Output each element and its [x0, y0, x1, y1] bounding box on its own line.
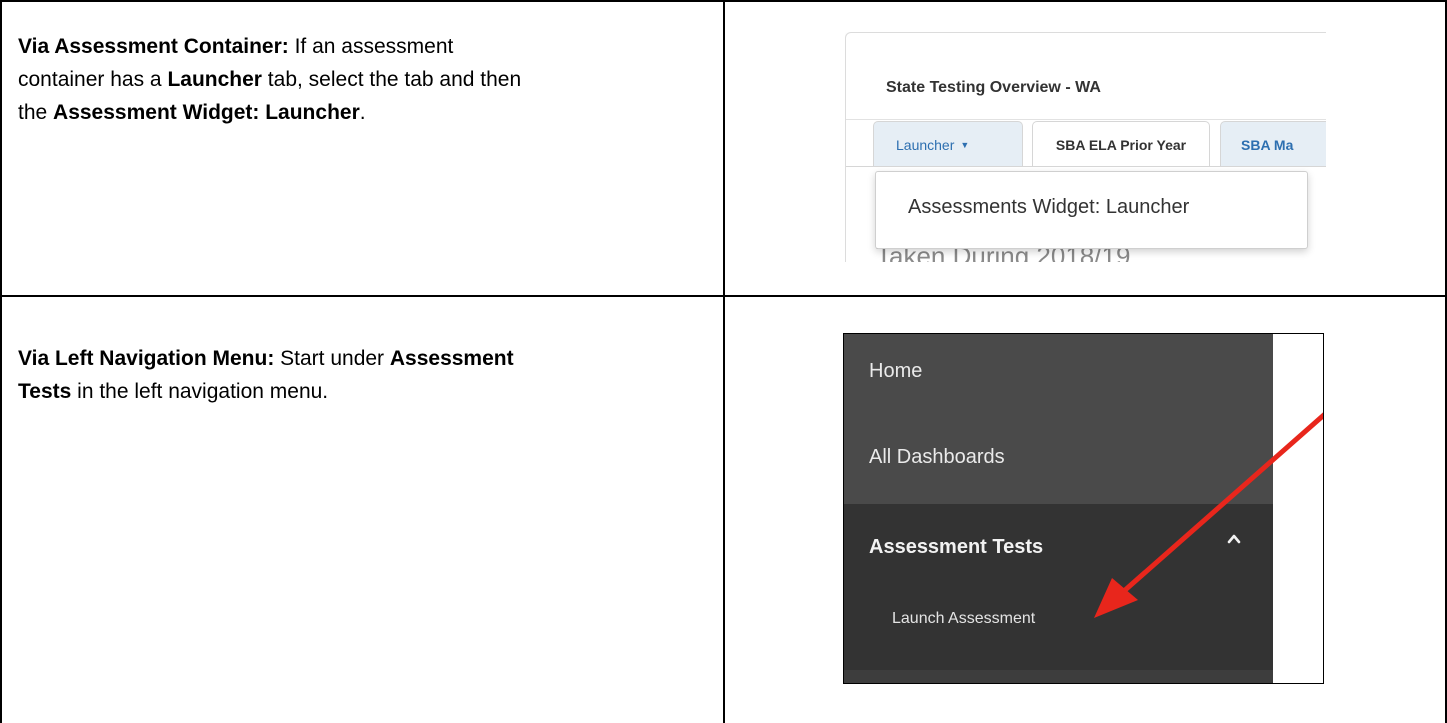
nav-item-next: [844, 670, 1273, 683]
tab-sba-ela-prior-year[interactable]: SBA ELA Prior Year: [1032, 121, 1210, 167]
caret-down-icon: ▼: [960, 140, 970, 150]
title-divider: [846, 119, 1326, 120]
table-column-divider: [723, 0, 725, 723]
table-row-divider: [0, 295, 1447, 297]
row1-title: Via Assessment Container:: [18, 35, 289, 58]
dropdown-item-assessments-widget-launcher[interactable]: Assessments Widget: Launcher: [908, 196, 1189, 219]
nav-section-label: Assessment Tests: [869, 536, 1044, 558]
row2-title: Via Left Navigation Menu:: [18, 347, 275, 370]
nav-item-home[interactable]: Home: [844, 334, 1273, 420]
table-border-left: [0, 0, 2, 723]
assessment-container-screenshot: State Testing Overview - WA Launcher ▼ SB…: [845, 32, 1326, 262]
left-nav-menu: Home All Dashboards Assessment Tests Lau…: [844, 334, 1273, 683]
nav-item-all-dashboards[interactable]: All Dashboards: [844, 420, 1273, 504]
nav-item-launch-assessment[interactable]: Launch Assessment: [892, 610, 1035, 628]
assessment-container-panel: State Testing Overview - WA Launcher ▼ SB…: [845, 32, 1326, 262]
row2-description: Via Left Navigation Menu: Start under As…: [18, 347, 514, 403]
tabs-divider: [846, 166, 1326, 167]
row1-description: Via Assessment Container: If an assessme…: [18, 35, 522, 124]
panel-title: State Testing Overview - WA: [886, 79, 1101, 96]
tab-sba-math[interactable]: SBA Ma: [1220, 121, 1326, 167]
tab-launcher[interactable]: Launcher ▼: [873, 121, 1023, 167]
nav-section-assessment-tests[interactable]: Assessment Tests Launch Assessment: [844, 504, 1273, 670]
launcher-dropdown-menu: Assessments Widget: Launcher: [875, 171, 1308, 249]
left-navigation-screenshot: Home All Dashboards Assessment Tests Lau…: [843, 333, 1324, 684]
chevron-up-icon[interactable]: [1227, 532, 1241, 546]
